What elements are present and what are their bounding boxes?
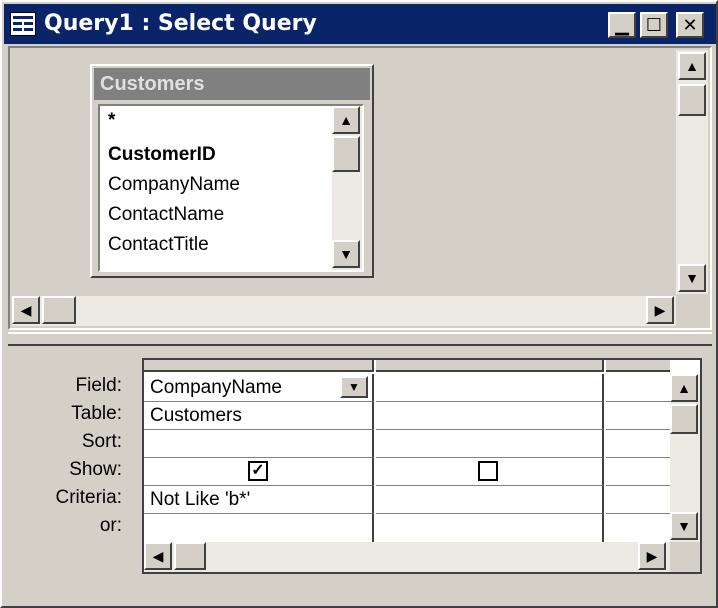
field-list-scroll-up-button[interactable]: ▲ bbox=[332, 106, 360, 134]
grid-cell-show-2[interactable] bbox=[376, 458, 604, 486]
table-pane-hscrollbar[interactable]: ◀ ▶ bbox=[12, 296, 676, 326]
field-item-customerid[interactable]: CustomerID bbox=[108, 140, 216, 170]
row-label-field: Field: bbox=[75, 375, 122, 396]
table-pane-hscroll-thumb[interactable] bbox=[42, 296, 76, 324]
show-checkbox-2[interactable] bbox=[478, 461, 498, 481]
window-title: Query1 : Select Query bbox=[44, 11, 317, 36]
grid-scroll-right-button[interactable]: ▶ bbox=[638, 542, 666, 570]
arrow-down-icon: ▼ bbox=[339, 246, 353, 262]
minimize-icon: ▁ bbox=[615, 14, 629, 36]
arrow-down-icon: ▼ bbox=[685, 270, 699, 286]
query-window: Query1 : Select Query ▁ ☐ ✕ Customers * … bbox=[0, 0, 718, 608]
pane-splitter[interactable] bbox=[8, 332, 712, 346]
field-list-scrollbar[interactable]: ▲ ▼ bbox=[332, 106, 362, 270]
grid-cell-criteria-3[interactable] bbox=[606, 486, 670, 514]
grid-cell-table-3[interactable] bbox=[606, 402, 670, 430]
arrow-up-icon: ▲ bbox=[339, 112, 353, 128]
grid-scroll-corner bbox=[670, 542, 700, 572]
grid-cell-field-1[interactable]: CompanyName ▼ bbox=[144, 374, 374, 402]
table-pane: Customers * CustomerID CompanyName Conta… bbox=[8, 46, 712, 330]
grid-cell-show-1[interactable]: ✓ bbox=[144, 458, 374, 486]
arrow-left-icon: ◀ bbox=[152, 548, 164, 564]
row-label-or: or: bbox=[99, 515, 122, 536]
field-item-companyname[interactable]: CompanyName bbox=[108, 170, 240, 200]
query-icon[interactable] bbox=[10, 12, 36, 36]
column-selector-2[interactable] bbox=[376, 360, 604, 372]
grid-cell-or-1[interactable] bbox=[144, 514, 374, 542]
row-label-table: Table: bbox=[71, 403, 122, 424]
minimize-button[interactable]: ▁ bbox=[608, 12, 636, 38]
grid-cell-table-2[interactable] bbox=[376, 402, 604, 430]
show-checkbox-1[interactable]: ✓ bbox=[248, 461, 268, 481]
table-pane-scroll-left-button[interactable]: ◀ bbox=[12, 296, 40, 324]
close-button[interactable]: ✕ bbox=[676, 12, 704, 38]
field-list-scroll-down-button[interactable]: ▼ bbox=[332, 240, 360, 268]
field-list-titlebar[interactable]: Customers bbox=[94, 68, 370, 100]
grid-scroll-up-button[interactable]: ▲ bbox=[670, 374, 698, 402]
grid-cell-criteria-1[interactable]: Not Like 'b*' bbox=[144, 486, 374, 514]
field-item-all[interactable]: * bbox=[108, 106, 115, 136]
field-list-body: * CustomerID CompanyName ContactName Con… bbox=[98, 104, 364, 272]
row-label-criteria: Criteria: bbox=[55, 487, 122, 508]
chevron-down-icon: ▼ bbox=[348, 380, 360, 394]
grid-hscrollbar[interactable]: ◀ ▶ bbox=[144, 542, 670, 572]
grid-cell-sort-1[interactable] bbox=[144, 430, 374, 458]
grid-field-value-1: CompanyName bbox=[150, 377, 282, 398]
grid-cell-sort-3[interactable] bbox=[606, 430, 670, 458]
maximize-button[interactable]: ☐ bbox=[640, 12, 668, 38]
table-pane-vscroll-thumb[interactable] bbox=[678, 84, 706, 116]
grid-cell-show-3[interactable] bbox=[606, 458, 670, 486]
table-pane-vscrollbar[interactable]: ▲ ▼ bbox=[676, 50, 708, 294]
grid-scroll-left-button[interactable]: ◀ bbox=[144, 542, 172, 570]
arrow-down-icon: ▼ bbox=[677, 518, 691, 534]
column-selector-3[interactable] bbox=[606, 360, 670, 372]
grid-cell-table-1[interactable]: Customers bbox=[144, 402, 374, 430]
field-item-contactname[interactable]: ContactName bbox=[108, 200, 224, 230]
grid-cell-or-2[interactable] bbox=[376, 514, 604, 542]
grid-cell-or-3[interactable] bbox=[606, 514, 670, 542]
row-label-sort: Sort: bbox=[81, 431, 122, 452]
grid-cell-sort-2[interactable] bbox=[376, 430, 604, 458]
arrow-right-icon: ▶ bbox=[654, 302, 666, 318]
close-icon: ✕ bbox=[682, 14, 698, 36]
arrow-up-icon: ▲ bbox=[677, 380, 691, 396]
field-item-contacttitle[interactable]: ContactTitle bbox=[108, 230, 209, 260]
arrow-right-icon: ▶ bbox=[646, 548, 658, 564]
grid-cell-criteria-2[interactable] bbox=[376, 486, 604, 514]
grid-cell-field-3[interactable] bbox=[606, 374, 670, 402]
grid-hscroll-thumb[interactable] bbox=[174, 542, 206, 570]
customers-field-list[interactable]: Customers * CustomerID CompanyName Conta… bbox=[90, 64, 374, 278]
maximize-icon: ☐ bbox=[645, 14, 663, 36]
design-grid: CompanyName ▼ Customers ✓ Not Like 'b*' bbox=[142, 358, 702, 574]
grid-cell-field-2[interactable] bbox=[376, 374, 604, 402]
row-label-show: Show: bbox=[69, 459, 122, 480]
column-selector-1[interactable] bbox=[144, 360, 374, 372]
arrow-up-icon: ▲ bbox=[685, 58, 699, 74]
grid-vscrollbar[interactable]: ▲ ▼ bbox=[670, 374, 700, 542]
table-pane-scroll-down-button[interactable]: ▼ bbox=[678, 264, 706, 292]
check-icon: ✓ bbox=[251, 462, 265, 479]
grid-vscroll-thumb[interactable] bbox=[670, 404, 698, 434]
table-pane-scroll-up-button[interactable]: ▲ bbox=[678, 52, 706, 80]
field-list-scroll-thumb[interactable] bbox=[332, 136, 360, 172]
title-bar[interactable]: Query1 : Select Query ▁ ☐ ✕ bbox=[4, 4, 716, 44]
arrow-left-icon: ◀ bbox=[20, 302, 32, 318]
design-grid-pane: Field: Table: Sort: Show: Criteria: or: … bbox=[8, 350, 712, 606]
grid-scroll-down-button[interactable]: ▼ bbox=[670, 512, 698, 540]
table-pane-scroll-right-button[interactable]: ▶ bbox=[646, 296, 674, 324]
field-dropdown-button[interactable]: ▼ bbox=[340, 376, 368, 398]
field-list-title: Customers bbox=[100, 73, 205, 95]
